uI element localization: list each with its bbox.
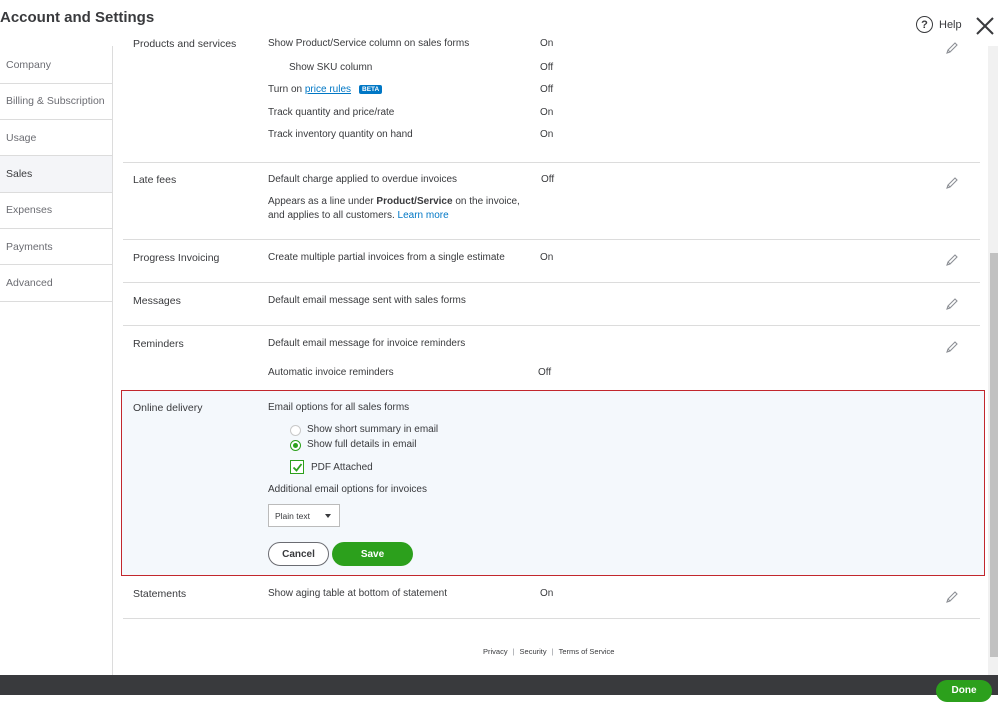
setting-value: On: [540, 252, 554, 263]
setting-desc: Create multiple partial invoices from a …: [268, 252, 505, 263]
sidebar-item-expenses[interactable]: Expenses: [0, 193, 112, 229]
edit-pencil-icon[interactable]: [945, 41, 959, 55]
terms-link[interactable]: Terms of Service: [559, 647, 615, 656]
done-button[interactable]: Done: [936, 680, 992, 702]
additional-options-title: Additional email options for invoices: [268, 484, 427, 495]
security-link[interactable]: Security: [520, 647, 547, 656]
price-rules-prefix: Turn on: [268, 84, 303, 95]
note-text: Appears as a line under: [268, 196, 374, 207]
setting-value: Off: [540, 84, 554, 95]
bottom-bar: [0, 675, 998, 695]
checkmark-icon: [292, 462, 302, 472]
radio-option-full[interactable]: Show full details in email: [290, 439, 470, 452]
section-label: Products and services: [133, 38, 237, 50]
invoice-email-format-select[interactable]: Plain text: [268, 504, 340, 527]
radio-button-selected[interactable]: [290, 440, 301, 451]
section-label: Messages: [133, 295, 181, 307]
note-text: on the invoice,: [455, 196, 520, 207]
setting-value: Off: [538, 367, 552, 378]
sidebar-item-billing[interactable]: Billing & Subscription: [0, 84, 112, 121]
radio-option-summary[interactable]: Show short summary in email: [290, 424, 470, 437]
setting-value: On: [540, 588, 554, 599]
radio-label: Show short summary in email: [307, 424, 439, 435]
setting-value: On: [540, 129, 554, 140]
price-rules-link[interactable]: price rules: [305, 84, 351, 95]
edit-pencil-icon[interactable]: [945, 590, 959, 604]
setting-desc: Default email message sent with sales fo…: [268, 295, 466, 306]
setting-value: On: [540, 38, 554, 49]
section-statements: Statements Show aging table at bottom of…: [123, 578, 980, 619]
settings-main: Products and services Show Product/Servi…: [113, 38, 988, 675]
section-products-services: Products and services Show Product/Servi…: [123, 38, 980, 163]
cancel-button[interactable]: Cancel: [268, 542, 329, 566]
setting-desc: Show Product/Service column on sales for…: [268, 38, 470, 49]
privacy-link[interactable]: Privacy: [483, 647, 508, 656]
sidebar-item-payments[interactable]: Payments: [0, 229, 112, 266]
page-title: Account and Settings: [0, 9, 155, 26]
section-label: Reminders: [133, 338, 184, 350]
setting-desc: Default charge applied to overdue invoic…: [268, 174, 458, 185]
setting-desc: Track inventory quantity on hand: [268, 129, 413, 140]
sidebar-item-sales[interactable]: Sales: [0, 156, 112, 193]
section-messages: Messages Default email message sent with…: [123, 283, 980, 326]
setting-value: Off: [540, 62, 554, 73]
setting-desc: Turn on price rules BETA: [268, 84, 383, 95]
sidebar-item-company[interactable]: Company: [0, 48, 112, 84]
help-label: Help: [939, 18, 962, 31]
setting-desc: Show aging table at bottom of statement: [268, 588, 447, 599]
beta-badge: BETA: [359, 85, 383, 94]
chevron-down-icon: [325, 514, 331, 518]
learn-more-link[interactable]: Learn more: [398, 210, 449, 221]
save-button[interactable]: Save: [332, 542, 413, 566]
pdf-attached-option[interactable]: PDF Attached: [290, 460, 410, 476]
setting-note: Appears as a line under Product/Service …: [268, 195, 528, 223]
section-progress-invoicing: Progress Invoicing Create multiple parti…: [123, 240, 980, 283]
email-options-title: Email options for all sales forms: [268, 402, 410, 413]
scrollbar-thumb[interactable]: [990, 253, 998, 657]
select-value: Plain text: [275, 510, 310, 521]
setting-desc: Track quantity and price/rate: [268, 107, 395, 118]
settings-sidebar: Company Billing & Subscription Usage Sal…: [0, 46, 113, 675]
footer-links: Privacy | Security | Terms of Service: [483, 647, 615, 656]
section-late-fees: Late fees Default charge applied to over…: [123, 163, 980, 240]
close-icon[interactable]: [974, 15, 996, 37]
setting-desc: Default email message for invoice remind…: [268, 338, 466, 349]
setting-desc: Show SKU column: [289, 62, 373, 73]
section-label: Online delivery: [133, 402, 203, 414]
edit-pencil-icon[interactable]: [945, 297, 959, 311]
setting-value: Off: [541, 174, 555, 185]
pdf-attached-checkbox[interactable]: [290, 460, 304, 474]
radio-button[interactable]: [290, 425, 301, 436]
section-label: Statements: [133, 588, 187, 600]
radio-label: Show full details in email: [307, 439, 417, 450]
help-button[interactable]: ? Help: [916, 16, 962, 33]
edit-pencil-icon[interactable]: [945, 340, 959, 354]
sidebar-item-usage[interactable]: Usage: [0, 120, 112, 157]
section-online-delivery: Online delivery Email options for all sa…: [121, 390, 985, 576]
edit-pencil-icon[interactable]: [945, 253, 959, 267]
setting-value: On: [540, 107, 554, 118]
checkbox-label: PDF Attached: [311, 462, 373, 473]
help-icon: ?: [916, 16, 933, 33]
section-label: Late fees: [133, 174, 177, 186]
note-bold: Product/Service: [376, 196, 453, 207]
sidebar-item-advanced[interactable]: Advanced: [0, 265, 112, 302]
section-reminders: Reminders Default email message for invo…: [123, 326, 980, 390]
section-label: Progress Invoicing: [133, 252, 220, 264]
edit-pencil-icon[interactable]: [945, 176, 959, 190]
setting-desc: Automatic invoice reminders: [268, 367, 394, 378]
note-text: and applies to all customers.: [268, 210, 395, 221]
